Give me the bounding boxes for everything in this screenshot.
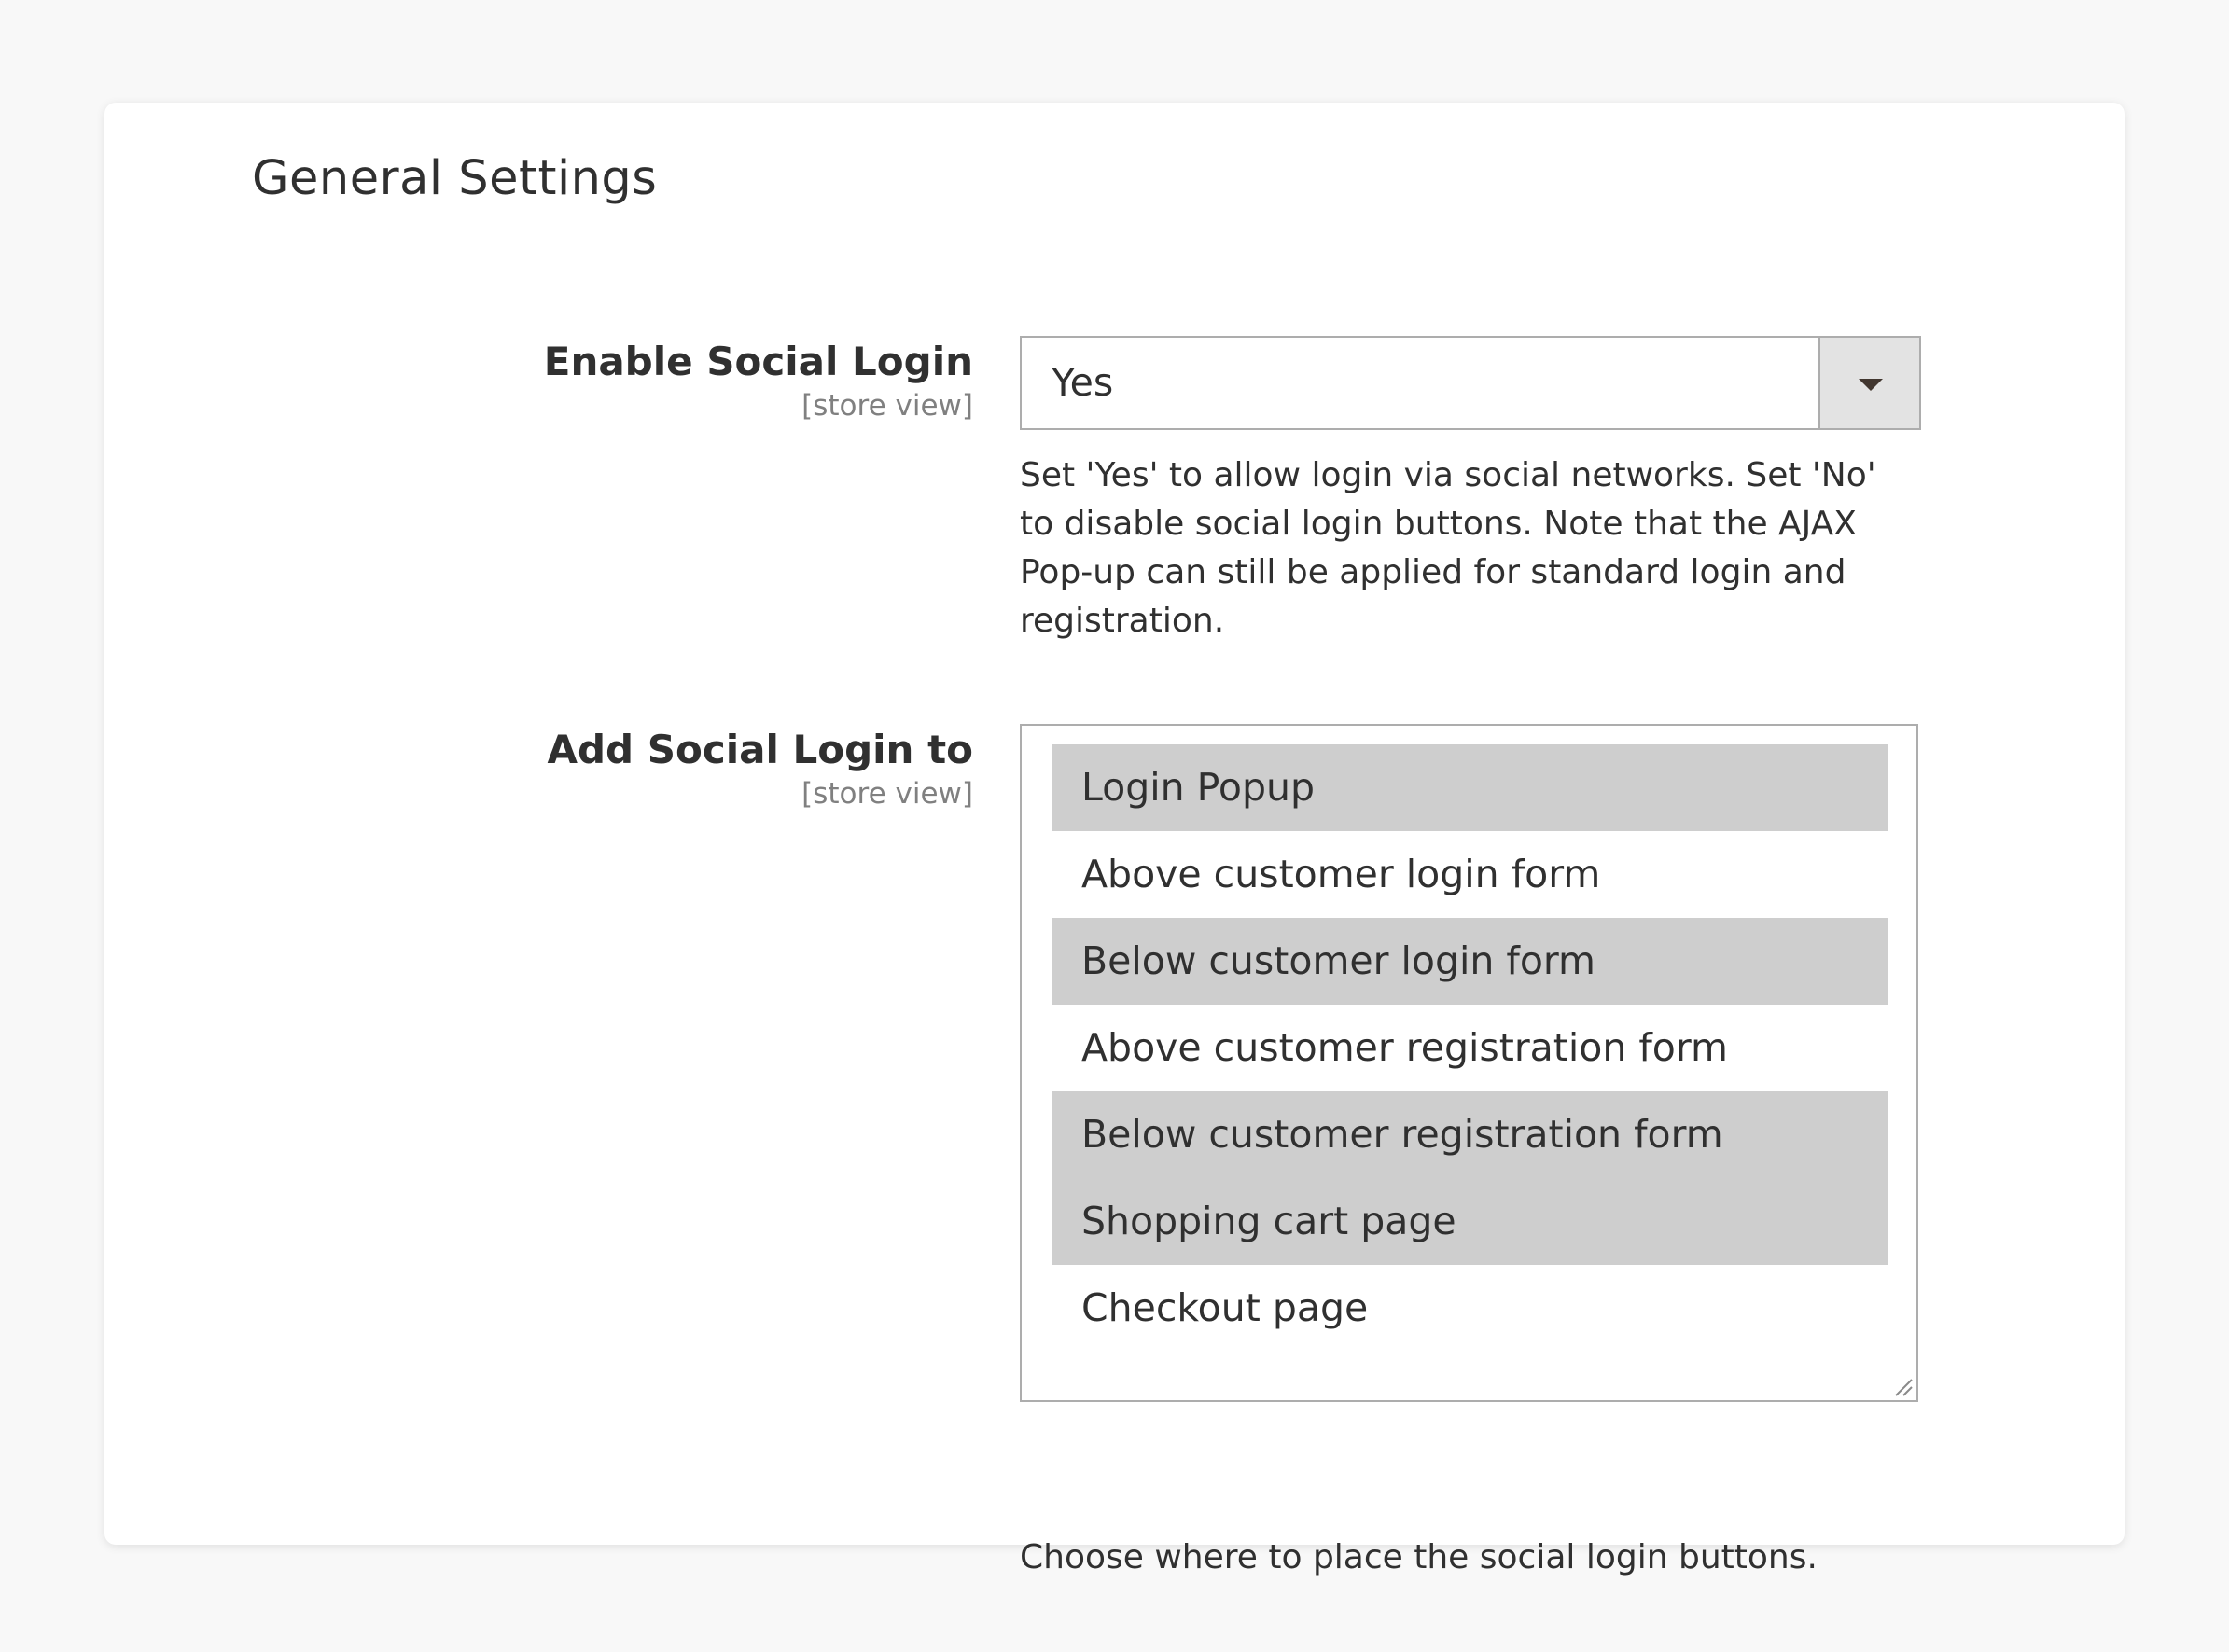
add-social-login-to-multiselect[interactable]: Login Popup Above customer login form Be… [1020,724,1918,1402]
general-settings-panel: General Settings Enable Social Login [st… [104,103,2125,1576]
resize-grip-icon[interactable] [1892,1376,1913,1396]
multiselect-option[interactable]: Below customer registration form [1052,1091,1888,1178]
scope-label: [store view] [801,777,973,811]
multiselect-option[interactable]: Shopping cart page [1052,1178,1888,1265]
add-social-login-to-label: Add Social Login to [store view] [547,724,973,812]
field-label-text: Add Social Login to [547,727,973,772]
field-label-text: Enable Social Login [543,339,973,384]
multiselect-option[interactable]: Below customer login form [1052,918,1888,1005]
multiselect-options: Login Popup Above customer login form Be… [1052,744,1888,1352]
chevron-down-icon [1859,379,1883,391]
add-social-login-to-note: Choose where to place the social login b… [1020,1538,1818,1576]
select-value: Yes [1052,360,1114,405]
dropdown-toggle-button[interactable] [1818,338,1919,428]
enable-social-login-label: Enable Social Login [store view] [544,336,973,423]
multiselect-option[interactable]: Checkout page [1052,1265,1888,1352]
multiselect-option[interactable]: Above customer login form [1052,831,1888,918]
multiselect-option[interactable]: Above customer registration form [1052,1005,1888,1091]
multiselect-option[interactable]: Login Popup [1052,744,1888,831]
scope-label: [store view] [801,389,973,423]
section-title: General Settings [252,151,658,206]
enable-social-login-note: Set 'Yes' to allow login via social netw… [1020,456,1876,640]
enable-social-login-select[interactable]: Yes [1020,336,1921,430]
